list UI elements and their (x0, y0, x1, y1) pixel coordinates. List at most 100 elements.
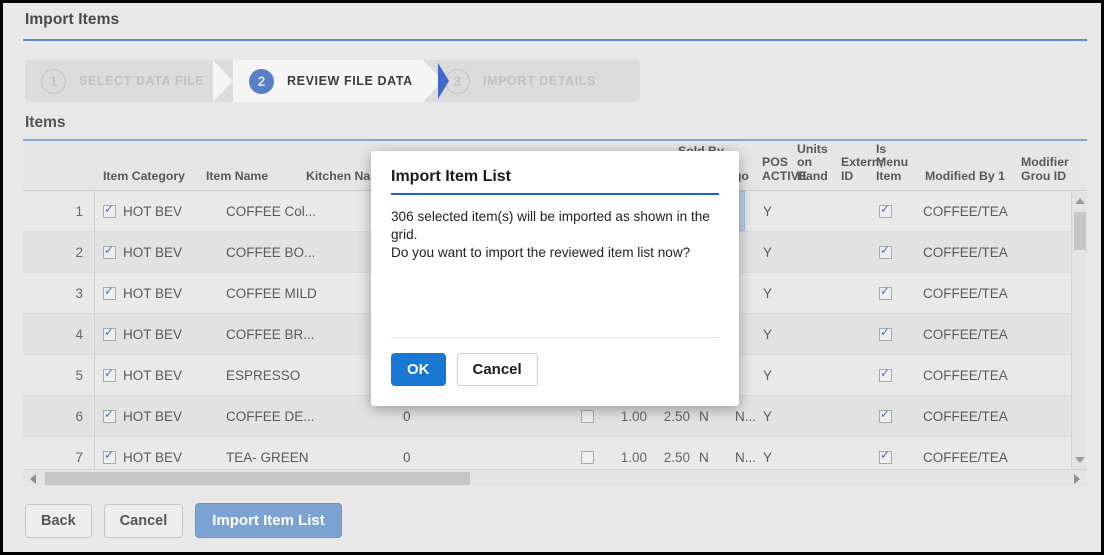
scroll-up-arrow-icon[interactable] (1075, 198, 1085, 204)
dialog-message-line-2: Do you want to import the reviewed item … (391, 245, 691, 260)
cell-pos-active[interactable]: Y (763, 437, 787, 469)
checkbox-checked-icon (103, 243, 116, 259)
cell-item-name[interactable]: ESPRESSO (226, 355, 336, 396)
checkbox-checked-icon (103, 366, 116, 382)
cell-item-category[interactable]: HOT BEV (123, 273, 223, 314)
cell-is-menu-item[interactable] (879, 396, 897, 437)
cell-item-name[interactable]: COFFEE MILD (226, 273, 336, 314)
cell-pos-active[interactable]: Y (763, 232, 787, 273)
cell-pos-active[interactable]: Y (763, 273, 787, 314)
cell-pos-active[interactable]: Y (763, 191, 787, 232)
cell-item-category[interactable]: HOT BEV (123, 437, 223, 469)
step-arrow-icon (438, 63, 449, 99)
cell-modified-by-1[interactable]: COFFEE/TEA (923, 191, 1043, 232)
dialog-ok-button[interactable]: OK (391, 353, 446, 386)
cell-flag-2[interactable]: N... (735, 437, 765, 469)
cell-numeric-2[interactable]: 2.50 (654, 437, 690, 469)
cell-pos-active[interactable]: Y (763, 396, 787, 437)
row-select-checkbox[interactable] (103, 191, 121, 232)
cell-pos-active[interactable]: Y (763, 314, 787, 355)
cell-is-menu-item[interactable] (879, 191, 897, 232)
row-select-checkbox[interactable] (103, 355, 121, 396)
cell-is-menu-item[interactable] (879, 232, 897, 273)
cell-item-category[interactable]: HOT BEV (123, 232, 223, 273)
import-items-screen: Import Items 1 SELECT DATA FILE 2 REVIEW… (0, 0, 1104, 555)
cell-pos-active[interactable]: Y (763, 355, 787, 396)
cell-item-category[interactable]: HOT BEV (123, 355, 223, 396)
row-select-checkbox[interactable] (103, 273, 121, 314)
cell-item-name[interactable]: TEA- GREEN (226, 437, 336, 469)
row-select-checkbox[interactable] (103, 437, 121, 469)
grid-vertical-scrollbar[interactable] (1071, 192, 1087, 469)
cell-flag-2[interactable] (735, 273, 765, 314)
checkbox-checked-icon (879, 448, 892, 464)
checkbox-checked-icon (879, 325, 892, 341)
cell-is-menu-item[interactable] (879, 355, 897, 396)
dialog-cancel-button[interactable]: Cancel (456, 353, 538, 386)
grid-horizontal-scrollbar[interactable] (23, 469, 1087, 486)
header-item-name[interactable]: Item Name (206, 169, 296, 184)
scroll-left-arrow-icon[interactable] (30, 474, 36, 484)
header-external-id[interactable]: Extern; ID (841, 155, 883, 183)
checkbox-checked-icon (103, 407, 116, 423)
dialog-message-line-1: 306 selected item(s) will be imported as… (391, 209, 710, 242)
header-is-menu-item[interactable]: Is Menu Item (876, 142, 912, 184)
cell-item-category[interactable]: HOT BEV (123, 314, 223, 355)
step-1-label: SELECT DATA FILE (79, 74, 205, 88)
footer-actions: Back Cancel Import Item List (25, 503, 342, 538)
cell-item-name[interactable]: COFFEE BO... (226, 232, 336, 273)
cell-item-category[interactable]: HOT BEV (123, 396, 223, 437)
row-number: 6 (75, 409, 83, 424)
scroll-down-arrow-icon[interactable] (1075, 457, 1085, 463)
step-2-label: REVIEW FILE DATA (287, 74, 413, 88)
step-1-number: 1 (41, 68, 66, 94)
cell-item-name[interactable]: COFFEE BR... (226, 314, 336, 355)
table-row[interactable]: 7 HOT BEVTEA- GREEN 0 1.002.50 N N...Y COFFEE/… (23, 437, 1087, 469)
cell-is-menu-item[interactable] (879, 273, 897, 314)
row-number: 2 (75, 245, 83, 260)
step-review-file-data[interactable]: 2 REVIEW FILE DATA (213, 60, 443, 102)
step-select-data-file[interactable]: 1 SELECT DATA FILE (25, 60, 233, 102)
import-item-list-button[interactable]: Import Item List (195, 503, 342, 538)
header-modified-by-1[interactable]: Modified By 1 (925, 169, 1035, 184)
cell-modified-by-1[interactable]: COFFEE/TEA (923, 314, 1043, 355)
cell-sold-by-checkbox[interactable] (581, 437, 599, 469)
dialog-footer-divider (391, 337, 719, 338)
import-item-list-dialog: Import Item List 306 selected item(s) wi… (371, 151, 739, 406)
cell-modified-by-1[interactable]: COFFEE/TEA (923, 273, 1043, 314)
cell-modified-by-1[interactable]: COFFEE/TEA (923, 355, 1043, 396)
step-import-details[interactable]: 3 IMPORT DETAILS (423, 60, 638, 102)
vertical-scroll-thumb[interactable] (1074, 212, 1086, 250)
cell-flag-2[interactable] (735, 314, 765, 355)
cell-numeric-1[interactable]: 1.00 (611, 437, 647, 469)
cell-modified-by-1[interactable]: COFFEE/TEA (923, 232, 1043, 273)
row-select-checkbox[interactable] (103, 232, 121, 273)
cell-flag-1[interactable]: N (699, 437, 719, 469)
header-modifier-group-id[interactable]: Modifier Grou ID (1021, 155, 1091, 183)
cell-flag-2[interactable] (735, 355, 765, 396)
header-item-category[interactable]: Item Category (103, 169, 213, 184)
cell-item-name[interactable]: COFFEE Col... (226, 191, 336, 232)
cancel-button[interactable]: Cancel (103, 503, 184, 538)
checkbox-checked-icon (879, 407, 892, 423)
header-units-on-hand[interactable]: Units on Hand (797, 142, 835, 184)
scroll-right-arrow-icon[interactable] (1074, 474, 1080, 484)
cell-item-name[interactable]: COFFEE DE... (226, 396, 336, 437)
cell-kitchen-name[interactable]: 0 (403, 437, 433, 469)
row-number: 5 (75, 368, 83, 383)
horizontal-scroll-thumb[interactable] (45, 472, 470, 485)
step-3-label: IMPORT DETAILS (483, 74, 597, 88)
row-select-checkbox[interactable] (103, 314, 121, 355)
row-select-checkbox[interactable] (103, 396, 121, 437)
cell-flag-2[interactable] (735, 232, 765, 273)
cell-flag-2[interactable]: N... (735, 396, 765, 437)
cell-modified-by-1[interactable]: COFFEE/TEA (923, 437, 1043, 469)
cell-modified-by-1[interactable]: COFFEE/TEA (923, 396, 1043, 437)
checkbox-checked-icon (879, 284, 892, 300)
cell-is-menu-item[interactable] (879, 437, 897, 469)
section-title: Items (25, 114, 66, 131)
back-button[interactable]: Back (25, 503, 92, 538)
cell-is-menu-item[interactable] (879, 314, 897, 355)
cell-item-category[interactable]: HOT BEV (123, 191, 223, 232)
checkbox-checked-icon (879, 202, 892, 218)
